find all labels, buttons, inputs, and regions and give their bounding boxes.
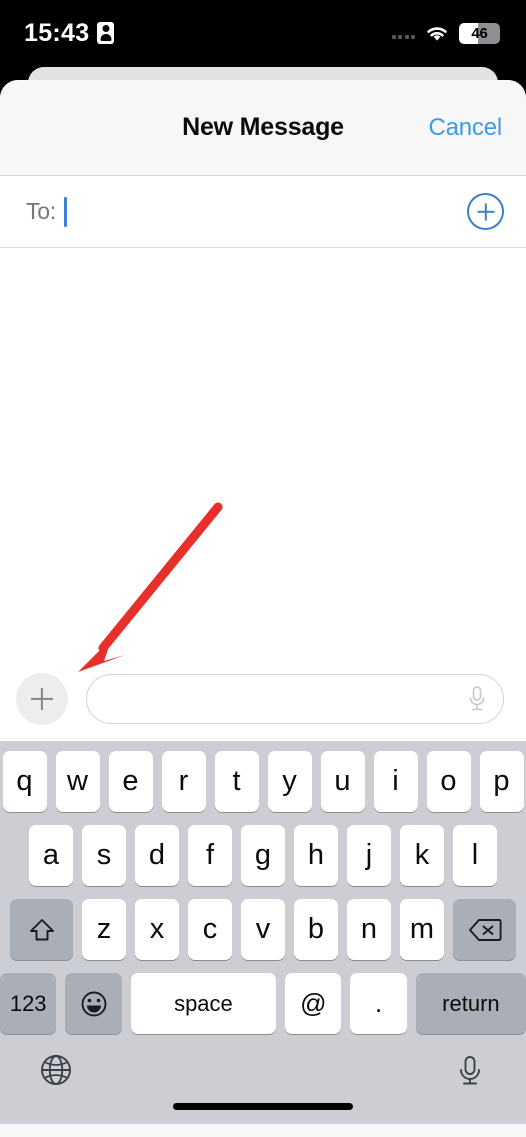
space-key[interactable]: space [130,973,277,1034]
battery-percent-label: 46 [471,24,488,42]
to-label: To: [26,198,57,224]
keyboard-row-2: a s d f g h j k l [0,825,526,886]
key-u[interactable]: u [320,751,365,812]
home-indicator [173,1103,353,1110]
navigation-bar: New Message Cancel [0,80,526,176]
backspace-icon[interactable] [453,899,516,960]
key-r[interactable]: r [161,751,206,812]
key-f[interactable]: f [188,825,232,886]
key-p[interactable]: p [479,751,524,812]
key-h[interactable]: h [294,825,338,886]
return-key[interactable]: return [415,973,526,1034]
key-d[interactable]: d [135,825,179,886]
globe-icon[interactable] [36,1050,76,1090]
compose-bar [0,657,526,741]
keyboard-row-1: q w e r t y u i o p [0,751,526,812]
page-title: New Message [182,113,344,141]
key-i[interactable]: i [373,751,418,812]
microphone-icon[interactable] [467,685,487,713]
message-input[interactable] [86,674,504,724]
status-indicators: 46 [391,19,500,44]
status-bar: 15:43 46 [0,0,526,62]
on-screen-keyboard: q w e r t y u i o p a s d f g h j k l z … [0,741,526,1124]
key-o[interactable]: o [426,751,471,812]
smiley-face-icon[interactable] [65,973,122,1034]
dictation-microphone-icon[interactable] [450,1050,490,1090]
key-b[interactable]: b [294,899,338,960]
compose-plus-button[interactable] [16,673,68,725]
shift-arrow-icon[interactable] [10,899,73,960]
key-z[interactable]: z [82,899,126,960]
cancel-button[interactable]: Cancel [428,114,502,142]
battery-indicator: 46 [459,22,500,44]
key-k[interactable]: k [400,825,444,886]
contact-card-icon [97,22,115,44]
key-l[interactable]: l [453,825,497,886]
key-x[interactable]: x [135,899,179,960]
keyboard-row-3: z x c v b n m [0,899,526,960]
status-time-group: 15:43 [24,17,115,47]
cellular-dots-icon [391,27,415,39]
iphone-screen: 15:43 46 New Message Cancel To: q w e r … [0,0,526,1137]
key-w[interactable]: w [55,751,100,812]
keyboard-row-4: 123 space @ . return [0,973,526,1034]
key-q[interactable]: q [2,751,47,812]
recipient-input[interactable] [67,176,467,247]
key-s[interactable]: s [82,825,126,886]
at-key[interactable]: @ [285,973,342,1034]
new-message-sheet: New Message Cancel To: q w e r t y u i o… [0,80,526,1137]
key-m[interactable]: m [400,899,444,960]
key-j[interactable]: j [347,825,391,886]
key-v[interactable]: v [241,899,285,960]
wifi-icon [424,24,450,43]
recipient-row[interactable]: To: [0,176,526,248]
key-g[interactable]: g [241,825,285,886]
key-t[interactable]: t [214,751,259,812]
key-a[interactable]: a [29,825,73,886]
keyboard-bottom-bar [0,1038,526,1124]
key-c[interactable]: c [188,899,232,960]
plus-circle-icon[interactable] [467,193,504,230]
key-e[interactable]: e [108,751,153,812]
period-key[interactable]: . [350,973,407,1034]
conversation-area [0,248,526,657]
status-clock: 15:43 [24,18,90,47]
key-n[interactable]: n [347,899,391,960]
numeric-key[interactable]: 123 [0,973,57,1034]
key-y[interactable]: y [267,751,312,812]
